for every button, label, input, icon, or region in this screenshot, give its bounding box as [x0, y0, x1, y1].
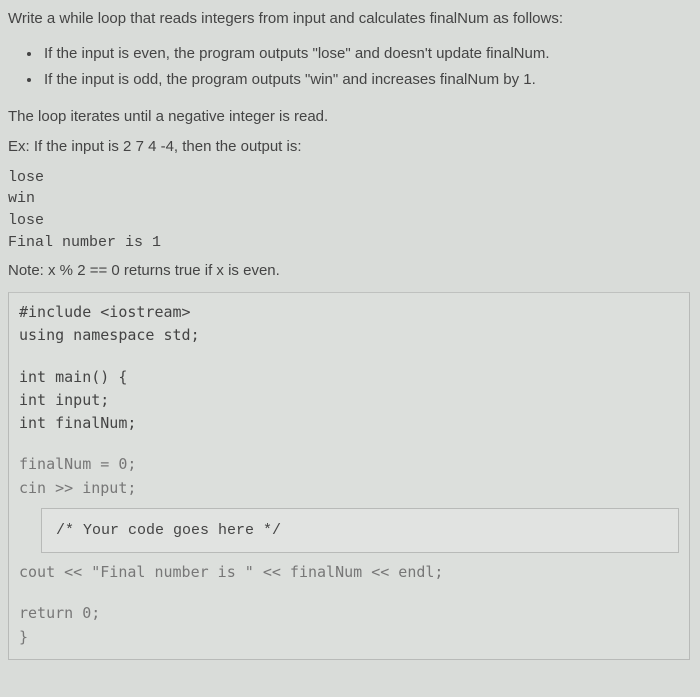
output-line-4: Final number is 1: [8, 232, 690, 254]
code-blank-1: [19, 348, 679, 366]
code-line-include: #include <iostream>: [19, 301, 679, 324]
output-line-3: lose: [8, 210, 690, 232]
bullet-even: If the input is even, the program output…: [42, 43, 690, 66]
note-text: Note: x % 2 == 0 returns true if x is ev…: [8, 260, 690, 283]
problem-bullets: If the input is even, the program output…: [42, 43, 690, 92]
example-label: Ex: If the input is 2 7 4 -4, then the o…: [8, 136, 690, 159]
code-line-return: return 0;: [19, 602, 679, 625]
code-blank-3: [19, 584, 679, 602]
problem-intro: Write a while loop that reads integers f…: [8, 8, 690, 31]
code-line-using: using namespace std;: [19, 324, 679, 347]
code-block: #include <iostream> using namespace std;…: [8, 292, 690, 660]
code-placeholder-text: /* Your code goes here */: [56, 522, 281, 539]
code-line-decl-input: int input;: [19, 389, 679, 412]
code-line-cout: cout << "Final number is " << finalNum <…: [19, 561, 679, 584]
loop-description: The loop iterates until a negative integ…: [8, 106, 690, 129]
output-line-2: win: [8, 188, 690, 210]
code-line-main: int main() {: [19, 366, 679, 389]
code-placeholder-box[interactable]: /* Your code goes here */: [41, 508, 679, 553]
code-line-cin: cin >> input;: [19, 477, 679, 500]
example-output: lose win lose Final number is 1: [8, 167, 690, 254]
bullet-odd: If the input is odd, the program outputs…: [42, 69, 690, 92]
code-blank-2: [19, 435, 679, 453]
code-line-closebrace: }: [19, 626, 679, 649]
output-line-1: lose: [8, 167, 690, 189]
code-line-init: finalNum = 0;: [19, 453, 679, 476]
code-line-decl-finalnum: int finalNum;: [19, 412, 679, 435]
